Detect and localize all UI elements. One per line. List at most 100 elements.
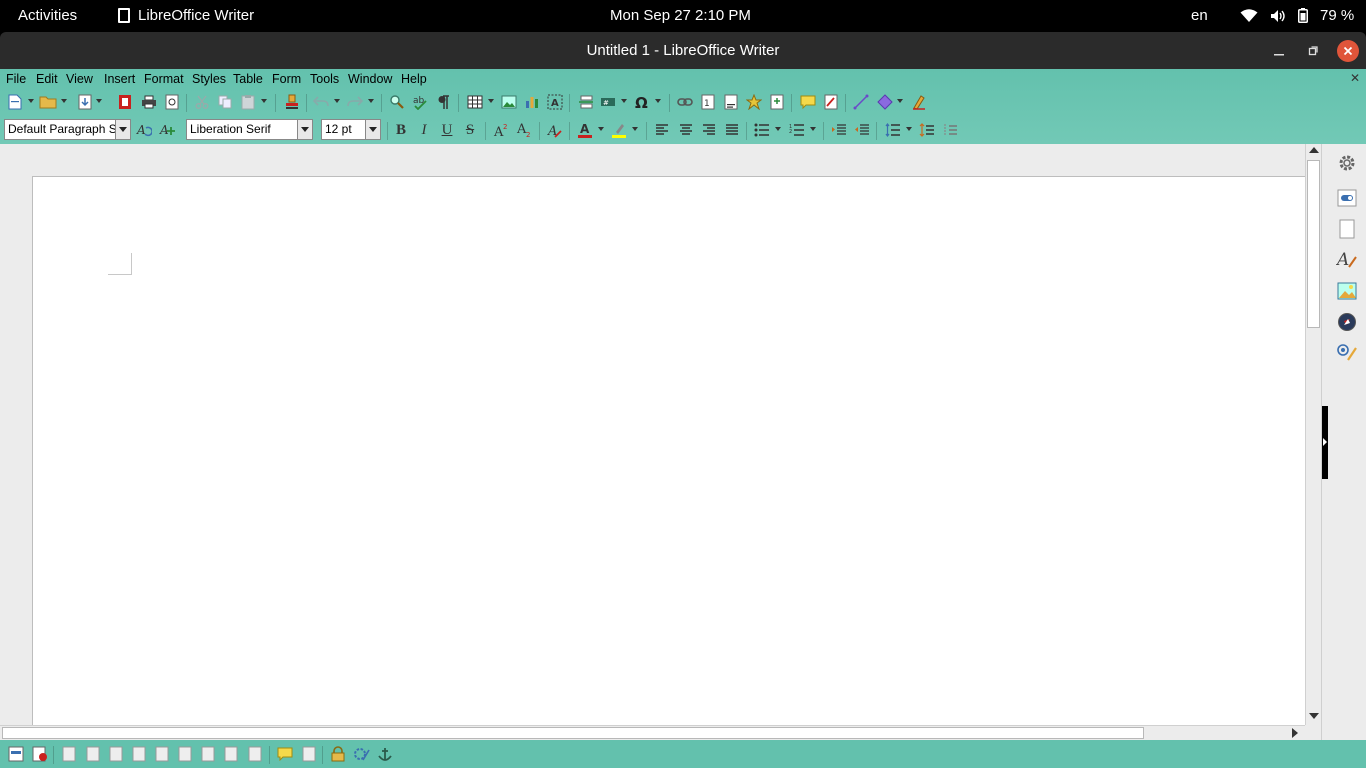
menu-window[interactable]: Window	[348, 72, 392, 86]
sidebar-manage-changes-icon[interactable]	[1336, 341, 1358, 363]
field-dropdown-icon[interactable]	[621, 99, 627, 103]
menu-form[interactable]: Form	[272, 72, 301, 86]
underline-button[interactable]: U	[438, 121, 456, 139]
decrease-paragraph-spacing-icon[interactable]	[941, 121, 959, 139]
special-character-dropdown-icon[interactable]	[655, 99, 661, 103]
insert-chart-icon[interactable]	[523, 93, 541, 111]
menu-styles[interactable]: Styles	[192, 72, 226, 86]
align-right-icon[interactable]	[700, 121, 718, 139]
save-icon[interactable]	[76, 93, 94, 111]
find-replace-icon[interactable]	[388, 93, 406, 111]
sidebar-gallery-icon[interactable]	[1336, 280, 1358, 302]
paste-dropdown-icon[interactable]	[261, 99, 267, 103]
font-name-dropdown-icon[interactable]	[297, 120, 312, 139]
insert-endnote-icon[interactable]	[722, 93, 740, 111]
close-window-button[interactable]	[1337, 40, 1359, 62]
basic-shapes-icon[interactable]	[876, 93, 894, 111]
print-icon[interactable]	[140, 93, 158, 111]
insert-field-icon[interactable]: #	[599, 93, 617, 111]
insert-image-icon[interactable]	[500, 93, 518, 111]
spelling-icon[interactable]: ab	[411, 93, 429, 111]
line-spacing-dropdown-icon[interactable]	[906, 127, 912, 131]
paragraph-style-combo[interactable]: Default Paragraph Sty	[4, 119, 131, 140]
window-title-bar[interactable]: Untitled 1 - LibreOffice Writer	[0, 32, 1366, 69]
restore-button[interactable]	[1302, 40, 1324, 62]
insert-comment-icon[interactable]	[799, 93, 817, 111]
new-document-icon[interactable]	[6, 93, 24, 111]
font-size-combo[interactable]: 12 pt	[321, 119, 381, 140]
line-spacing-icon[interactable]	[884, 121, 902, 139]
bold-button[interactable]: B	[392, 121, 410, 139]
document-canvas[interactable]	[0, 144, 1305, 725]
wrap-left-icon[interactable]	[222, 745, 240, 763]
save-dropdown-icon[interactable]	[96, 99, 102, 103]
redo-icon[interactable]	[346, 93, 364, 111]
activities-button[interactable]: Activities	[18, 7, 77, 24]
open-dropdown-icon[interactable]	[61, 99, 67, 103]
sidebar-page-icon[interactable]	[1336, 218, 1358, 240]
sidebar-settings-gear-icon[interactable]	[1336, 152, 1358, 174]
system-tray[interactable]: 79 %	[1240, 7, 1354, 24]
undo-dropdown-icon[interactable]	[334, 99, 340, 103]
menu-table[interactable]: Table	[233, 72, 263, 86]
vertical-scrollbar[interactable]	[1305, 144, 1321, 725]
clock[interactable]: Mon Sep 27 2:10 PM	[610, 7, 751, 24]
insert-bookmark-icon[interactable]	[745, 93, 763, 111]
insert-line-icon[interactable]	[852, 93, 870, 111]
track-changes-icon[interactable]	[822, 93, 840, 111]
new-style-icon[interactable]: A	[158, 121, 176, 139]
menu-help[interactable]: Help	[401, 72, 427, 86]
justify-icon[interactable]	[723, 121, 741, 139]
ordered-list-icon[interactable]: 12	[788, 121, 806, 139]
close-document-icon[interactable]: ✕	[1350, 71, 1360, 85]
undo-icon[interactable]	[312, 93, 330, 111]
insert-table-icon[interactable]	[466, 93, 484, 111]
menu-view[interactable]: View	[66, 72, 93, 86]
highlight-dropdown-icon[interactable]	[632, 127, 638, 131]
shapes-dropdown-icon[interactable]	[897, 99, 903, 103]
subscript-icon[interactable]: A2	[515, 121, 533, 139]
align-center-icon[interactable]	[677, 121, 695, 139]
menu-tools[interactable]: Tools	[310, 72, 339, 86]
print-preview-icon[interactable]	[163, 93, 181, 111]
sidebar-properties-icon[interactable]	[1336, 187, 1358, 209]
formatting-marks-icon[interactable]	[435, 93, 453, 111]
wrap-right-icon[interactable]	[246, 745, 264, 763]
decrease-indent-icon[interactable]	[853, 121, 871, 139]
sidebar-styles-icon[interactable]: A	[1336, 248, 1358, 270]
input-language-indicator[interactable]: en	[1191, 7, 1208, 24]
lock-icon[interactable]	[329, 745, 347, 763]
unordered-list-dropdown-icon[interactable]	[775, 127, 781, 131]
sidebar-navigator-compass-icon[interactable]	[1336, 311, 1358, 333]
minimize-button[interactable]	[1268, 40, 1290, 62]
superscript-icon[interactable]: A2	[492, 121, 510, 139]
show-draw-functions-icon[interactable]	[910, 93, 928, 111]
copy-icon[interactable]	[216, 93, 234, 111]
new-dropdown-icon[interactable]	[28, 99, 34, 103]
menu-format[interactable]: Format	[144, 72, 184, 86]
menu-insert[interactable]: Insert	[104, 72, 135, 86]
font-name-combo[interactable]: Liberation Serif	[186, 119, 313, 140]
font-size-dropdown-icon[interactable]	[365, 120, 380, 139]
menu-file[interactable]: File	[6, 72, 26, 86]
wrap-off-icon[interactable]	[153, 745, 171, 763]
horizontal-scrollbar[interactable]	[0, 725, 1305, 740]
nav-first-icon[interactable]	[60, 745, 78, 763]
unordered-list-icon[interactable]	[753, 121, 771, 139]
wrap-ideal-icon[interactable]	[199, 745, 217, 763]
table-dropdown-icon[interactable]	[488, 99, 494, 103]
paragraph-style-dropdown-icon[interactable]	[115, 120, 130, 139]
insert-form-icon[interactable]	[7, 745, 25, 763]
cut-icon[interactable]	[193, 93, 211, 111]
scroll-up-arrow-icon[interactable]	[1309, 147, 1319, 153]
vertical-scroll-thumb[interactable]	[1307, 160, 1320, 328]
highlight-color-icon[interactable]	[610, 121, 628, 139]
clear-formatting-icon[interactable]: A	[546, 121, 564, 139]
redo-dropdown-icon[interactable]	[368, 99, 374, 103]
scroll-right-arrow-icon[interactable]	[1292, 728, 1298, 738]
object-properties-icon[interactable]	[353, 745, 371, 763]
insert-text-box-icon[interactable]: A	[546, 93, 564, 111]
insert-special-character-icon[interactable]: Ω	[633, 93, 651, 111]
insert-footnote-icon[interactable]: 1	[699, 93, 717, 111]
scroll-down-arrow-icon[interactable]	[1309, 713, 1319, 719]
